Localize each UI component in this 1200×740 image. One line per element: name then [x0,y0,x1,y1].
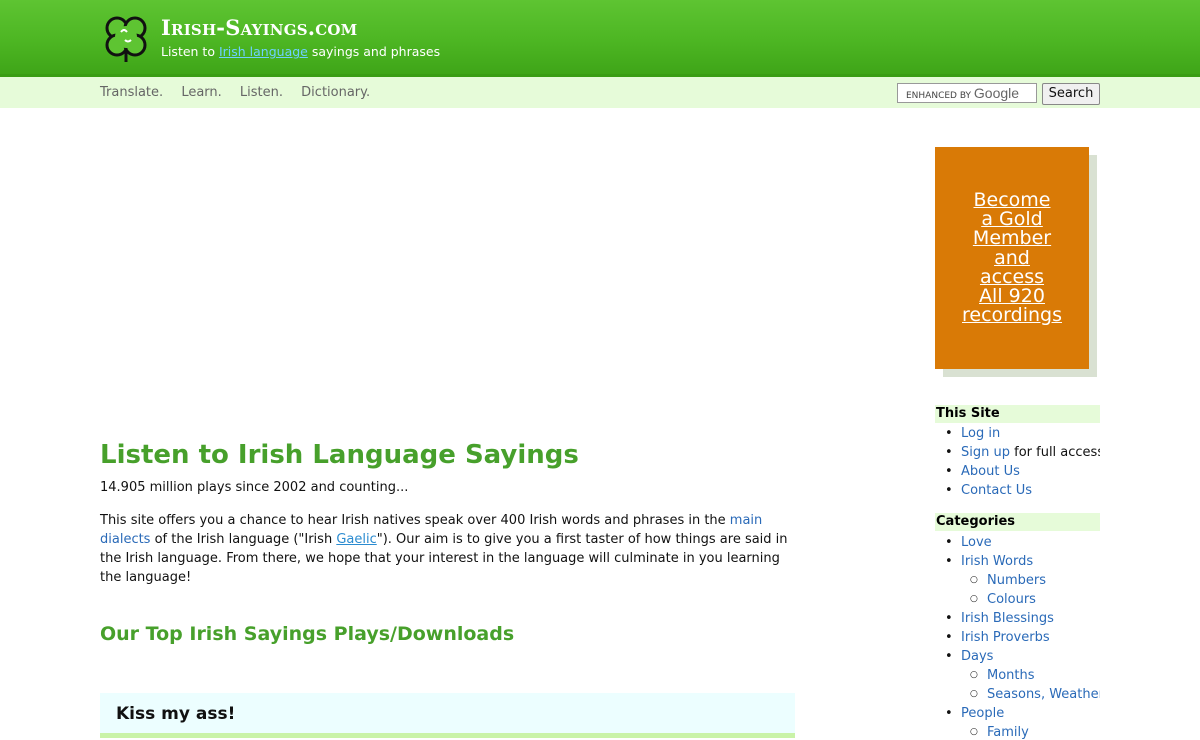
category-months[interactable]: Months [987,668,1035,683]
category-irish-words[interactable]: Irish Words [961,554,1033,569]
signup-rest: for full access [1009,445,1100,460]
login-link[interactable]: Log in [961,426,1000,441]
list-item: Days [945,647,1100,666]
enhanced-by-label: ENHANCED BY [906,91,972,101]
category-family[interactable]: Family [987,725,1029,740]
plays-counter: 14.905 million plays since 2002 and coun… [100,480,409,495]
nav-listen[interactable]: Listen. [240,85,283,100]
category-colours[interactable]: Colours [987,592,1036,607]
google-logo: Google [973,85,1020,101]
nav-translate[interactable]: Translate. [100,85,163,100]
signup-link[interactable]: Sign up [961,445,1010,460]
gold-member-link[interactable]: Become a Gold Member and access All 920 … [935,190,1089,325]
this-site-list: Log in Sign up for full access About Us … [945,424,1100,500]
category-people[interactable]: People [961,706,1004,721]
list-item: Log in [945,424,1100,443]
saying-title[interactable]: Kiss my ass! [116,704,235,724]
list-item: Love [945,533,1100,552]
intro-text-1: This site offers you a chance to hear Ir… [100,513,730,528]
gold-line[interactable]: recordings [935,306,1089,325]
search-button[interactable]: Search [1042,83,1100,105]
search-input[interactable]: ENHANCED BY Google [897,83,1037,103]
intro-paragraph: This site offers you a chance to hear Ir… [100,511,795,587]
list-item: Sign up for full access [945,443,1100,462]
gaelic-link[interactable]: Gaelic [336,532,376,547]
nav-dictionary[interactable]: Dictionary. [301,85,370,100]
irish-language-link[interactable]: Irish language [219,44,308,59]
nav-links: Translate. Learn. Listen. Dictionary. [100,85,384,100]
categories-panel: Love Irish Words Numbers Colours Irish B… [935,533,1100,740]
list-item: Irish Words [945,552,1100,571]
list-item: Months [945,666,1100,685]
contact-link[interactable]: Contact Us [961,483,1032,498]
site-title[interactable]: Irish-Sayings.com [161,15,357,40]
list-item: People [945,704,1100,723]
top-sayings-heading: Our Top Irish Sayings Plays/Downloads [100,623,515,645]
category-love[interactable]: Love [961,535,992,550]
this-site-heading: This Site [935,405,1100,423]
list-item: Contact Us [945,481,1100,500]
this-site-panel: Log in Sign up for full access About Us … [935,424,1100,504]
nav-learn[interactable]: Learn. [181,85,221,100]
category-days[interactable]: Days [961,649,993,664]
list-item: About Us [945,462,1100,481]
tagline-suffix: sayings and phrases [307,44,441,59]
category-numbers[interactable]: Numbers [987,573,1046,588]
category-blessings[interactable]: Irish Blessings [961,611,1054,626]
shamrock-icon[interactable] [100,12,152,64]
list-item: Seasons, Weather [945,685,1100,704]
gold-line[interactable]: Member [935,229,1089,248]
gold-line[interactable]: and [935,248,1089,268]
list-item: Numbers [945,571,1100,590]
category-proverbs[interactable]: Irish Proverbs [961,630,1050,645]
list-item: Family [945,723,1100,740]
list-item: Irish Proverbs [945,628,1100,647]
saying-card[interactable]: Kiss my ass! [100,693,795,738]
category-seasons[interactable]: Seasons, Weather [987,687,1100,702]
site-tagline: Listen to Irish language sayings and phr… [161,44,440,59]
about-link[interactable]: About Us [961,464,1020,479]
tagline-prefix: Listen to [161,44,219,59]
categories-heading: Categories [935,513,1100,531]
intro-text-2: of the Irish language ("Irish [150,532,337,547]
list-item: Colours [945,590,1100,609]
page-title: Listen to Irish Language Sayings [100,440,579,470]
site-header: Irish-Sayings.com Listen to Irish langua… [0,0,1200,77]
categories-list: Love Irish Words Numbers Colours Irish B… [945,533,1100,740]
list-item: Irish Blessings [945,609,1100,628]
